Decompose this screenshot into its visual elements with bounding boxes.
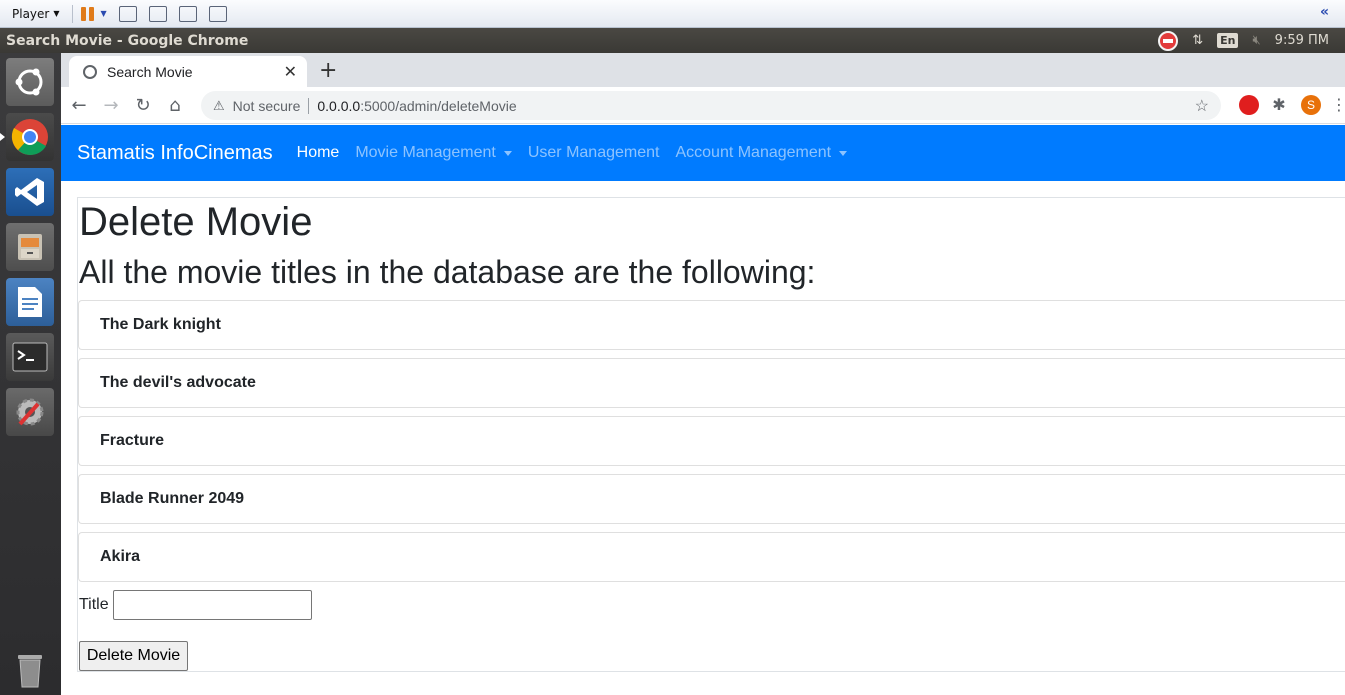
kebab-menu-icon[interactable]: ⋮ (1331, 95, 1345, 114)
network-icon[interactable]: ⇅ (1192, 33, 1203, 48)
movie-title: Blade Runner 2049 (100, 490, 245, 507)
double-chevron-left-icon[interactable]: « (1320, 4, 1329, 20)
reload-icon[interactable]: ↻ (129, 95, 157, 116)
nav-movie-management-label: Movie Management (355, 144, 496, 161)
page-subtitle: All the movie titles in the database are… (79, 254, 816, 290)
caret-down-icon (839, 150, 848, 156)
puzzle-extensions-icon[interactable]: ✱ (1269, 95, 1289, 115)
window-title: Search Movie - Google Chrome (6, 32, 249, 49)
volume-muted-icon[interactable]: 🔇︎ (1252, 33, 1260, 48)
movie-title: Fracture (100, 432, 165, 449)
nav-movie-management[interactable]: Movie Management (355, 144, 512, 162)
send-ctrl-alt-del-icon[interactable] (118, 5, 137, 22)
chevron-down-icon[interactable]: ▼ (101, 9, 107, 18)
globe-icon (83, 64, 97, 79)
removable-devices-icon[interactable] (148, 5, 167, 22)
forward-arrow-icon[interactable]: → (97, 95, 125, 116)
terminal-icon[interactable] (6, 333, 54, 381)
clock[interactable]: 9:59 ПМ (1275, 33, 1329, 48)
player-menu-button[interactable]: Player ▼ (12, 7, 60, 21)
system-settings-icon[interactable] (6, 388, 54, 436)
profile-avatar[interactable]: S (1301, 95, 1321, 115)
movie-list-item: Fracture (78, 416, 1345, 466)
toolbar-divider (71, 4, 73, 23)
nav-account-management-label: Account Management (675, 144, 832, 161)
site-navbar: Stamatis InfoCinemas Home Movie Manageme… (61, 125, 1345, 181)
movie-list-item: The Dark knight (78, 300, 1345, 350)
browser-toolbar: ← → ↻ ⌂ ⚠ Not secure 0.0.0.0 :5000/admin… (61, 87, 1345, 124)
title-label: Title (79, 596, 109, 613)
document-writer-icon[interactable] (6, 278, 54, 326)
trash-icon[interactable] (6, 645, 54, 693)
movie-title: The Dark knight (100, 316, 221, 333)
tab-title: Search Movie (107, 63, 193, 80)
movie-title: Akira (100, 548, 141, 565)
close-icon[interactable]: ✕ (284, 62, 297, 81)
indicator-area: ⇅ En 🔇︎ 9:59 ПМ (1158, 28, 1329, 53)
app-launcher (0, 53, 61, 695)
url-path: :5000/admin/deleteMovie (360, 97, 517, 114)
bookmark-star-icon[interactable]: ☆ (1195, 96, 1209, 116)
address-bar[interactable]: ⚠ Not secure 0.0.0.0 :5000/admin/deleteM… (201, 91, 1221, 120)
warning-icon[interactable]: ⚠ (213, 98, 225, 114)
movie-list-item: Blade Runner 2049 (78, 474, 1345, 524)
movie-title: The devil's advocate (100, 374, 256, 391)
new-tab-button[interactable]: + (319, 58, 337, 83)
movie-list-item: The devil's advocate (78, 358, 1345, 408)
web-page: Stamatis InfoCinemas Home Movie Manageme… (61, 125, 1345, 695)
movie-list-item: Akira (78, 532, 1345, 582)
file-cabinet-icon[interactable] (6, 223, 54, 271)
nav-user-management[interactable]: User Management (528, 144, 660, 162)
stop-indicator-icon[interactable] (1158, 30, 1179, 51)
tab-strip: Search Movie ✕ + (61, 53, 1345, 87)
player-toolbar: Player ▼ ▼ « (0, 0, 1345, 28)
adblock-extension-icon[interactable] (1239, 95, 1259, 115)
browser-tab[interactable]: Search Movie ✕ (69, 56, 307, 87)
content-container: Delete Movie All the movie titles in the… (77, 197, 1345, 672)
back-arrow-icon[interactable]: ← (65, 95, 93, 116)
os-top-panel: Search Movie - Google Chrome ⇅ En 🔇︎ 9:5… (0, 28, 1345, 53)
browser-window: Search Movie ✕ + ← → ↻ ⌂ ⚠ Not secure 0.… (61, 53, 1345, 695)
address-divider (308, 97, 310, 114)
title-input[interactable] (113, 590, 312, 620)
chevron-down-icon: ▼ (53, 9, 60, 18)
fullscreen-icon[interactable] (178, 5, 197, 22)
vscode-icon[interactable] (6, 168, 54, 216)
site-brand[interactable]: Stamatis InfoCinemas (77, 142, 273, 165)
delete-movie-button[interactable]: Delete Movie (79, 641, 188, 671)
unity-mode-icon[interactable] (208, 5, 227, 22)
caret-down-icon (503, 150, 512, 156)
security-label[interactable]: Not secure (233, 98, 301, 114)
page-title: Delete Movie (79, 200, 313, 244)
nav-account-management[interactable]: Account Management (675, 144, 848, 162)
keyboard-layout-indicator[interactable]: En (1217, 33, 1239, 48)
player-menu-label: Player (12, 6, 50, 21)
chrome-icon[interactable] (0, 113, 54, 161)
nav-home[interactable]: Home (297, 144, 340, 162)
pause-icon[interactable] (80, 6, 95, 21)
ubuntu-dash-icon[interactable] (6, 58, 54, 106)
home-icon[interactable]: ⌂ (161, 95, 189, 116)
url-host: 0.0.0.0 (317, 97, 361, 114)
